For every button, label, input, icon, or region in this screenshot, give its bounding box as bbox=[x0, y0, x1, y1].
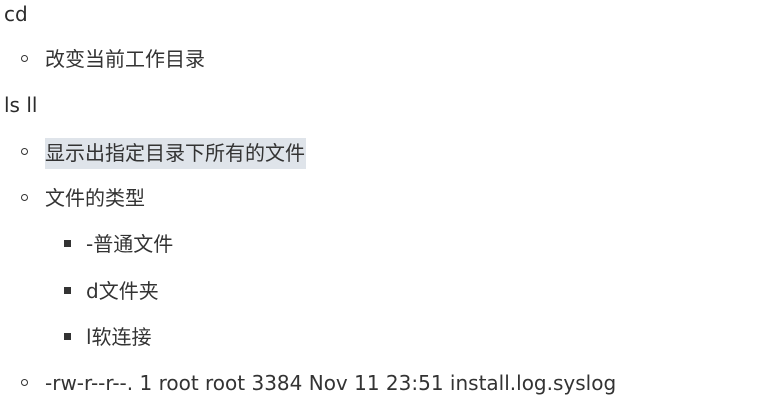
circle-bullet-icon bbox=[21, 55, 28, 62]
command-ls: ls ll bbox=[4, 93, 38, 117]
list-item-text: l软连接 bbox=[86, 325, 152, 349]
list-item-text: d文件夹 bbox=[86, 279, 159, 303]
list-item-text: -普通文件 bbox=[86, 232, 174, 256]
command-cd: cd bbox=[4, 2, 28, 26]
list-item-text: 改变当前工作目录 bbox=[45, 47, 205, 71]
circle-bullet-icon bbox=[21, 194, 28, 201]
square-bullet-icon bbox=[64, 240, 71, 247]
square-bullet-icon bbox=[64, 333, 71, 340]
circle-bullet-icon bbox=[21, 148, 28, 155]
list-item-text: -rw-r--r--. 1 root root 3384 Nov 11 23:5… bbox=[45, 371, 617, 395]
square-bullet-icon bbox=[64, 287, 71, 294]
circle-bullet-icon bbox=[21, 379, 28, 386]
highlighted-text: 显示出指定目录下所有的文件 bbox=[45, 138, 306, 169]
list-item-text: 文件的类型 bbox=[45, 186, 145, 210]
